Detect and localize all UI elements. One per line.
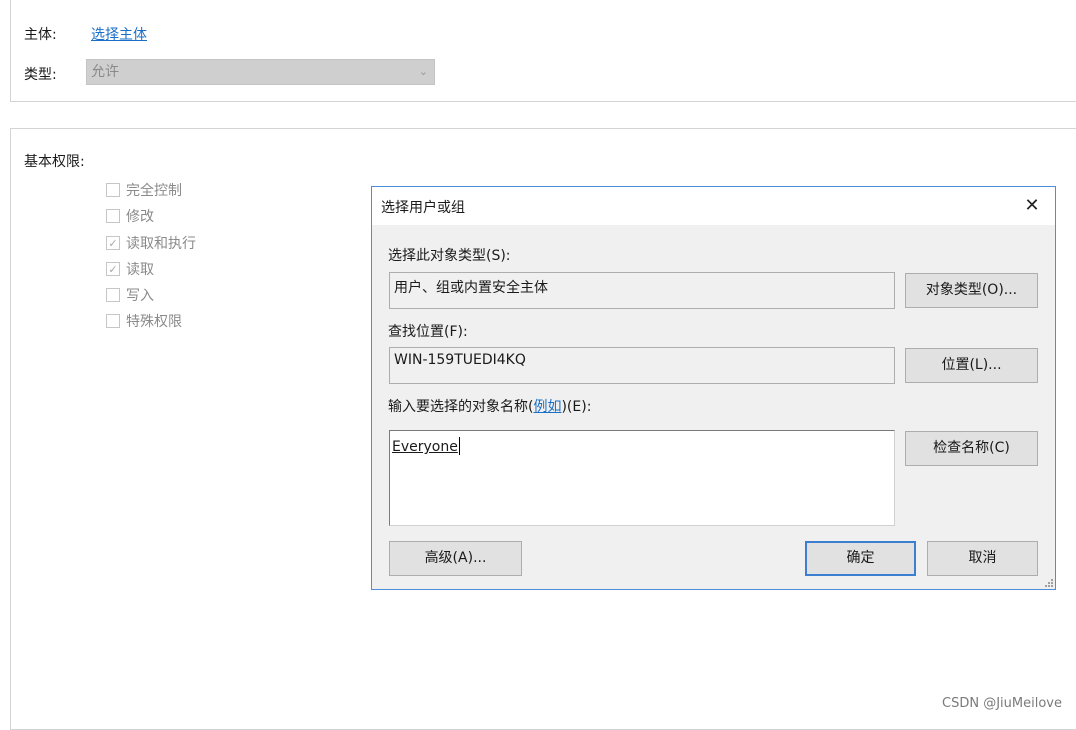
cancel-button[interactable]: 取消: [927, 541, 1038, 576]
object-type-field: 用户、组或内置安全主体: [389, 272, 895, 309]
permission-label: 写入: [126, 288, 154, 304]
principal-panel: 主体: 选择主体 类型:: [10, 0, 1076, 102]
checkbox-icon[interactable]: [106, 314, 120, 328]
checkmark-icon[interactable]: ✓: [106, 236, 120, 250]
dialog-title: 选择用户或组: [381, 200, 465, 216]
permission-special[interactable]: 特殊权限: [106, 312, 182, 330]
watermark: CSDN @JiuMeilove: [942, 696, 1062, 711]
checkmark-icon[interactable]: ✓: [106, 262, 120, 276]
permission-label: 读取和执行: [126, 236, 196, 252]
permission-read-execute[interactable]: ✓ 读取和执行: [106, 234, 196, 252]
checkbox-icon[interactable]: [106, 183, 120, 197]
permission-label: 修改: [126, 209, 154, 225]
type-select-value: 允许: [91, 64, 119, 80]
examples-link[interactable]: 例如: [533, 399, 561, 415]
select-users-groups-dialog: 选择用户或组 ✕ 选择此对象类型(S): 用户、组或内置安全主体 对象类型(O)…: [371, 186, 1056, 590]
object-names-value: Everyone: [392, 439, 458, 455]
advanced-button[interactable]: 高级(A)...: [389, 541, 522, 576]
text-caret: [458, 437, 460, 455]
basic-permissions-heading: 基本权限:: [24, 154, 85, 170]
checkbox-icon[interactable]: [106, 288, 120, 302]
names-label-prefix: 输入要选择的对象名称(: [388, 399, 534, 415]
type-select[interactable]: 允许 ⌄: [86, 59, 435, 85]
close-icon[interactable]: ✕: [1017, 193, 1047, 219]
names-label-suffix: )(E):: [561, 399, 592, 415]
chevron-down-icon: ⌄: [418, 65, 428, 78]
locations-button[interactable]: 位置(L)...: [905, 348, 1038, 383]
principal-label: 主体:: [24, 27, 57, 43]
permission-read[interactable]: ✓ 读取: [106, 260, 154, 278]
checkbox-icon[interactable]: [106, 209, 120, 223]
select-principal-link[interactable]: 选择主体: [91, 24, 147, 44]
object-type-label: 选择此对象类型(S):: [388, 248, 511, 264]
object-names-input[interactable]: Everyone: [389, 430, 895, 526]
dialog-titlebar: 选择用户或组 ✕: [372, 187, 1055, 225]
permission-modify[interactable]: 修改: [106, 207, 154, 225]
permission-label: 读取: [126, 262, 154, 278]
check-names-button[interactable]: 检查名称(C): [905, 431, 1038, 466]
object-names-label: 输入要选择的对象名称(例如)(E):: [388, 396, 591, 416]
resize-grip-icon[interactable]: [1043, 577, 1053, 587]
location-label: 查找位置(F):: [388, 324, 468, 340]
type-label: 类型:: [24, 67, 57, 83]
permission-label: 特殊权限: [126, 314, 182, 330]
permission-full-control[interactable]: 完全控制: [106, 181, 182, 199]
permission-write[interactable]: 写入: [106, 286, 154, 304]
ok-button[interactable]: 确定: [805, 541, 916, 576]
object-types-button[interactable]: 对象类型(O)...: [905, 273, 1038, 308]
permission-label: 完全控制: [126, 183, 182, 199]
location-field: WIN-159TUEDI4KQ: [389, 347, 895, 384]
